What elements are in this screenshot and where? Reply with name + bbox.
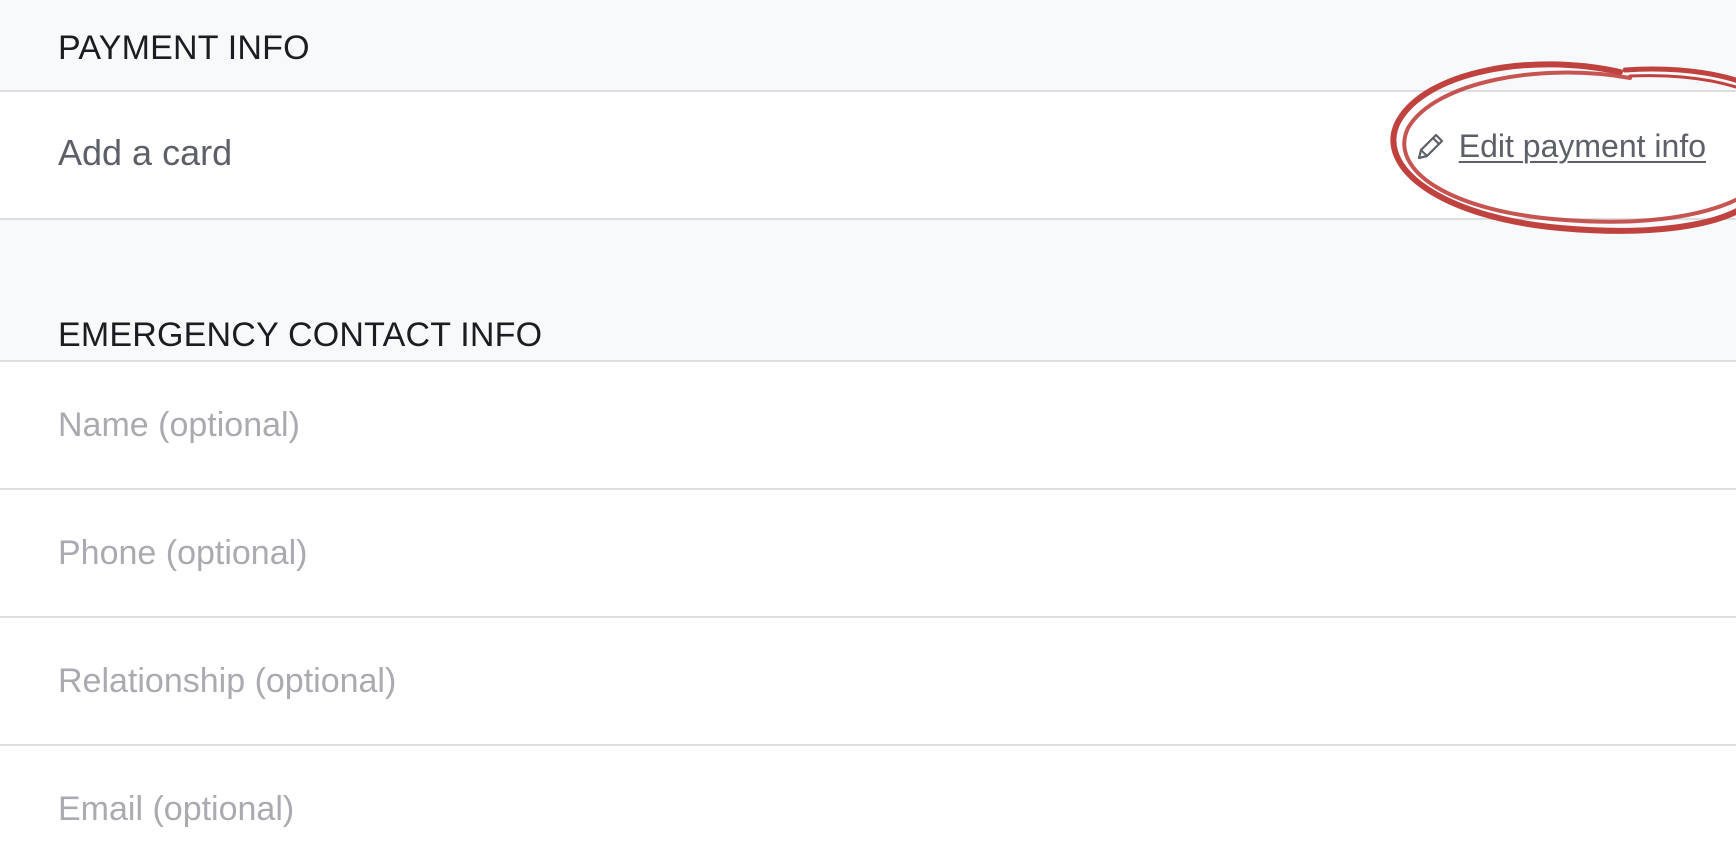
edit-payment-info-link[interactable]: Edit payment info — [1413, 128, 1706, 165]
pencil-icon — [1413, 130, 1447, 164]
name-field-row — [0, 362, 1736, 490]
emergency-contact-header: EMERGENCY CONTACT INFO — [0, 220, 1736, 362]
email-field-row — [0, 746, 1736, 858]
emergency-phone-input[interactable] — [58, 490, 1698, 616]
emergency-relationship-input[interactable] — [58, 618, 1698, 744]
relationship-field-row — [0, 618, 1736, 746]
payment-info-header: PAYMENT INFO — [0, 0, 1736, 92]
emergency-name-input[interactable] — [58, 362, 1698, 488]
payment-card-row: Add a card Edit payment info — [0, 92, 1736, 220]
phone-field-row — [0, 490, 1736, 618]
emergency-email-input[interactable] — [58, 746, 1698, 858]
payment-info-title: PAYMENT INFO — [58, 29, 310, 67]
edit-payment-info-label: Edit payment info — [1458, 128, 1706, 164]
emergency-contact-title: EMERGENCY CONTACT INFO — [58, 316, 543, 354]
add-card-text: Add a card — [58, 132, 233, 173]
settings-page: PAYMENT INFO Add a card Edit payment inf… — [0, 0, 1736, 858]
